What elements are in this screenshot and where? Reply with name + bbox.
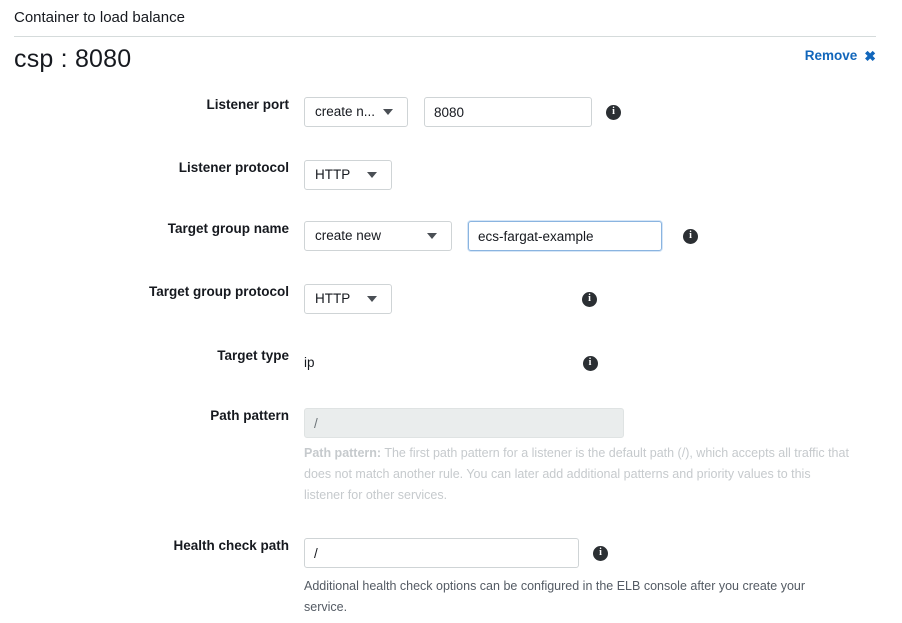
target-group-name-input[interactable]: [468, 221, 662, 251]
target-type-info-icon[interactable]: i: [582, 355, 598, 371]
listener-port-controls: create n... i: [304, 97, 902, 127]
listener-port-select[interactable]: create n...: [304, 97, 408, 127]
listener-port-select-value: create n...: [315, 104, 376, 119]
remove-container-link[interactable]: Remove ✖: [805, 48, 876, 63]
health-check-path-controls: i: [304, 538, 902, 568]
remove-label: Remove: [804, 48, 858, 63]
header-divider: [14, 36, 876, 37]
row-path-pattern: Path pattern: [0, 408, 902, 438]
health-check-helper-text: Additional health check options can be c…: [304, 579, 806, 614]
listener-protocol-controls: HTTP: [304, 160, 902, 190]
listener-protocol-select-value: HTTP: [315, 167, 351, 182]
path-pattern-label: Path pattern: [210, 408, 289, 423]
target-group-name-info-icon[interactable]: i: [683, 228, 698, 244]
row-target-group-name: Target group name create new i: [0, 221, 902, 251]
target-type-controls: ip i: [304, 348, 902, 378]
panel-title: Container to load balance: [14, 9, 185, 26]
row-health-check-path: Health check path i: [0, 538, 902, 568]
row-target-type: Target type ip i: [0, 348, 902, 378]
chevron-down-icon: [421, 233, 443, 239]
chevron-down-icon: [361, 296, 383, 302]
health-check-path-label: Health check path: [173, 538, 289, 553]
health-check-path-input[interactable]: [304, 538, 579, 568]
target-group-protocol-label: Target group protocol: [149, 284, 289, 299]
listener-protocol-label: Listener protocol: [178, 160, 289, 175]
panel-header: Container to load balance: [14, 8, 876, 37]
target-group-protocol-info-icon[interactable]: i: [582, 291, 597, 307]
target-group-name-select-value: create new: [315, 228, 382, 243]
chevron-down-icon: [377, 109, 399, 115]
target-group-name-label: Target group name: [167, 221, 289, 236]
path-pattern-helper-text: Path pattern: The first path pattern for…: [304, 443, 849, 506]
row-listener-port: Listener port create n... i: [0, 97, 902, 127]
listener-port-label: Listener port: [206, 97, 289, 112]
listener-port-input[interactable]: [424, 97, 592, 127]
listener-port-info-icon[interactable]: i: [606, 104, 621, 120]
path-pattern-input: [304, 408, 624, 438]
target-group-protocol-select[interactable]: HTTP: [304, 284, 392, 314]
target-group-protocol-controls: HTTP i: [304, 284, 902, 314]
row-listener-protocol: Listener protocol HTTP: [0, 160, 902, 190]
path-pattern-helper-strong: Path pattern:: [304, 446, 382, 460]
target-type-value: ip: [304, 355, 315, 370]
target-group-name-select[interactable]: create new: [304, 221, 452, 251]
health-check-path-info-icon[interactable]: i: [593, 545, 608, 561]
listener-protocol-select[interactable]: HTTP: [304, 160, 392, 190]
path-pattern-helper-body: The first path pattern for a listener is…: [304, 446, 849, 502]
target-group-protocol-select-value: HTTP: [315, 291, 351, 306]
container-name: csp : 8080: [14, 45, 132, 73]
close-x-icon: ✖: [864, 47, 876, 64]
row-target-group-protocol: Target group protocol HTTP i: [0, 284, 902, 314]
container-subheader: csp : 8080 Remove ✖: [14, 43, 876, 77]
target-type-label: Target type: [217, 348, 289, 363]
path-pattern-controls: [304, 408, 902, 438]
target-group-name-controls: create new i: [304, 221, 902, 251]
chevron-down-icon: [361, 172, 383, 178]
